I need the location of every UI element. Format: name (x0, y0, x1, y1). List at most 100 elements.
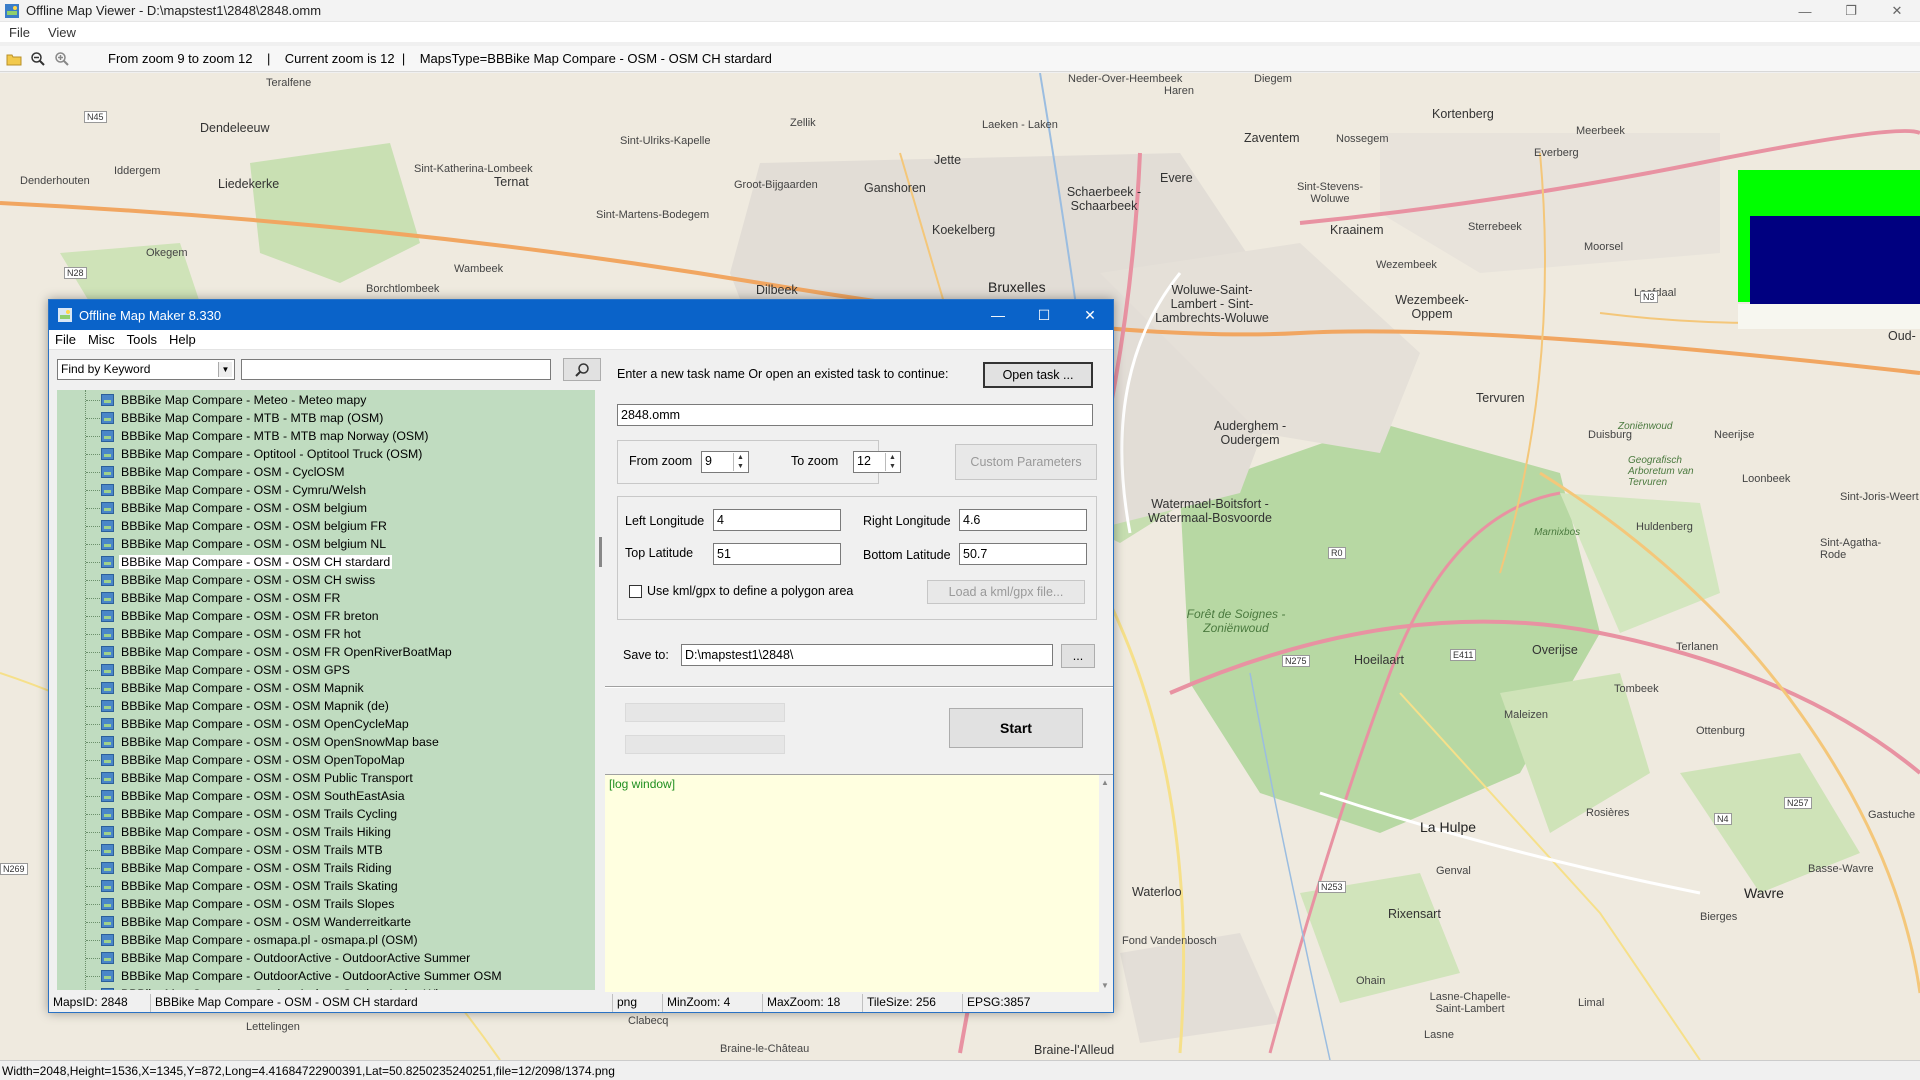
dialog-maximize-button[interactable]: ☐ (1021, 300, 1067, 330)
browse-button[interactable]: ... (1061, 644, 1095, 668)
open-folder-icon[interactable] (4, 49, 24, 69)
search-mode-select[interactable]: Find by Keyword ▼ (57, 359, 235, 380)
tree-item[interactable]: BBBike Map Compare - OSM - OSM belgium F… (57, 517, 595, 535)
tree-item[interactable]: BBBike Map Compare - OSM - OSM OpenSnowM… (57, 733, 595, 751)
tree-item[interactable]: BBBike Map Compare - OSM - OSM Trails MT… (57, 841, 595, 859)
color-overlay-white (1738, 304, 1920, 329)
chevron-down-icon[interactable]: ▼ (218, 362, 232, 377)
tree-item[interactable]: BBBike Map Compare - OSM - OSM Trails Ri… (57, 859, 595, 877)
tree-item[interactable]: BBBike Map Compare - OSM - OSM Trails Sk… (57, 877, 595, 895)
tree-item[interactable]: BBBike Map Compare - OSM - OSM CH starda… (57, 553, 595, 571)
menu-tools[interactable]: Tools (121, 332, 163, 347)
open-task-button[interactable]: Open task ... (983, 362, 1093, 388)
right-longitude-input[interactable]: 4.6 (959, 509, 1087, 531)
tree-item[interactable]: BBBike Map Compare - OSM - OSM FR OpenRi… (57, 643, 595, 661)
road-badge: E411 (1450, 649, 1477, 661)
from-zoom-stepper[interactable]: 9 ▲ ▼ (701, 451, 749, 473)
status-maps-id: MapsID: 2848 (49, 994, 151, 1012)
spin-arrows-icon[interactable]: ▲ ▼ (885, 453, 899, 471)
tree-item[interactable]: BBBike Map Compare - OSM - OSM OpenTopoM… (57, 751, 595, 769)
tree-item[interactable]: BBBike Map Compare - OSM - OSM belgium N… (57, 535, 595, 553)
tree-item[interactable]: BBBike Map Compare - OSM - OSM belgium (57, 499, 595, 517)
search-button[interactable] (563, 358, 601, 381)
log-window[interactable]: [log window] ▲ ▼ (605, 774, 1113, 993)
to-zoom-stepper[interactable]: 12 ▲ ▼ (853, 451, 901, 473)
map-label: Sint-Katherina-Lombeek (414, 163, 533, 175)
tree-item[interactable]: BBBike Map Compare - OSM - OSM Wanderrei… (57, 913, 595, 931)
left-longitude-input[interactable]: 4 (713, 509, 841, 531)
custom-parameters-button[interactable]: Custom Parameters (955, 444, 1097, 480)
tree-item[interactable]: BBBike Map Compare - OSM - OSM CH swiss (57, 571, 595, 589)
menu-help[interactable]: Help (163, 332, 202, 347)
log-scrollbar[interactable]: ▲ ▼ (1099, 775, 1113, 993)
tree-item[interactable]: BBBike Map Compare - OSM - OSM Trails Cy… (57, 805, 595, 823)
tree-item[interactable]: BBBike Map Compare - OSM - OSM Trails Sl… (57, 895, 595, 913)
zoom-out-icon[interactable] (28, 49, 48, 69)
tree-item-label: BBBike Map Compare - OSM - OSM OpenTopoM… (121, 753, 405, 767)
maps-type-text: MapsType=BBBike Map Compare - OSM - OSM … (419, 51, 772, 66)
tree-item[interactable]: BBBike Map Compare - OSM - CyclOSM (57, 463, 595, 481)
spin-arrows-icon[interactable]: ▲ ▼ (733, 453, 747, 471)
tree-item-label: BBBike Map Compare - OSM - OSM Wanderrei… (121, 915, 411, 929)
tree-item-label: BBBike Map Compare - OSM - OSM belgium N… (121, 537, 387, 551)
tree-item[interactable]: BBBike Map Compare - OSM - OSM Trails Hi… (57, 823, 595, 841)
map-label: Dilbeek (756, 283, 798, 297)
map-label: Ohain (1356, 975, 1386, 987)
map-label: Rixensart (1388, 907, 1441, 921)
menu-file[interactable]: File (0, 25, 39, 40)
road-badge: N3 (1640, 291, 1658, 303)
dialog-minimize-button[interactable]: — (975, 300, 1021, 330)
dialog-close-button[interactable]: ✕ (1067, 300, 1113, 330)
tree-item[interactable]: BBBike Map Compare - OSM - OSM Mapnik (d… (57, 697, 595, 715)
tree-item[interactable]: BBBike Map Compare - OSM - OSM FR breton (57, 607, 595, 625)
color-overlay-blue (1750, 216, 1920, 304)
map-label: Okegem (146, 247, 188, 259)
from-zoom-label: From zoom (629, 454, 693, 468)
tree-item[interactable]: BBBike Map Compare - OSM - OSM OpenCycle… (57, 715, 595, 733)
tree-item[interactable]: BBBike Map Compare - MTB - MTB map (OSM) (57, 409, 595, 427)
tree-item[interactable]: BBBike Map Compare - OSM - OSM FR (57, 589, 595, 607)
top-latitude-input[interactable]: 51 (713, 543, 841, 565)
tree-item[interactable]: BBBike Map Compare - MTB - MTB map Norwa… (57, 427, 595, 445)
tree-item-label: BBBike Map Compare - OutdoorActive - Out… (121, 951, 471, 965)
map-tile-icon (101, 646, 114, 658)
tree-item[interactable]: BBBike Map Compare - OSM - Cymru/Welsh (57, 481, 595, 499)
bottom-latitude-input[interactable]: 50.7 (959, 543, 1087, 565)
tree-item[interactable]: BBBike Map Compare - OSM - OSM Mapnik (57, 679, 595, 697)
dialog-title-bar[interactable]: Offline Map Maker 8.330 — ☐ ✕ (49, 300, 1113, 330)
tree-item[interactable]: BBBike Map Compare - OutdoorActive - Out… (57, 985, 595, 990)
status-map-name: BBBike Map Compare - OSM - OSM CH starda… (151, 994, 613, 1012)
scroll-up-icon[interactable]: ▲ (1101, 778, 1109, 787)
save-path-input[interactable]: D:\mapstest1\2848\ (681, 644, 1053, 666)
start-button[interactable]: Start (949, 708, 1083, 748)
menu-view[interactable]: View (39, 25, 85, 40)
map-label: Geografisch Arboretum van Tervuren (1628, 455, 1694, 488)
maximize-button[interactable]: ❐ (1828, 0, 1874, 22)
minimize-button[interactable]: — (1782, 0, 1828, 22)
tree-item[interactable]: BBBike Map Compare - Optitool - Optitool… (57, 445, 595, 463)
zoom-in-icon[interactable] (52, 49, 72, 69)
tree-item[interactable]: BBBike Map Compare - OSM - OSM SouthEast… (57, 787, 595, 805)
map-type-tree[interactable]: BBBike Map Compare - Meteo - Meteo mapy B… (57, 390, 595, 990)
tree-item-label: BBBike Map Compare - OSM - OSM belgium (121, 501, 368, 515)
zoom-range-text: From zoom 9 to zoom 12 (108, 51, 253, 66)
map-tile-icon (101, 916, 114, 928)
task-name-input[interactable]: 2848.omm (617, 404, 1093, 426)
map-label: Loonbeek (1742, 473, 1791, 485)
tree-item[interactable]: BBBike Map Compare - OSM - OSM GPS (57, 661, 595, 679)
tree-item[interactable]: BBBike Map Compare - OutdoorActive - Out… (57, 967, 595, 985)
tree-item[interactable]: BBBike Map Compare - OSM - OSM Public Tr… (57, 769, 595, 787)
tree-item[interactable]: BBBike Map Compare - OutdoorActive - Out… (57, 949, 595, 967)
search-input[interactable] (241, 359, 551, 380)
kml-checkbox[interactable] (629, 585, 642, 598)
tree-item[interactable]: BBBike Map Compare - osmapa.pl - osmapa.… (57, 931, 595, 949)
menu-misc[interactable]: Misc (82, 332, 121, 347)
close-button[interactable]: ✕ (1874, 0, 1920, 22)
tree-item-label: BBBike Map Compare - OSM - OSM Trails Hi… (121, 825, 391, 839)
load-kml-button[interactable]: Load a kml/gpx file... (927, 580, 1085, 604)
tree-item-label: BBBike Map Compare - osmapa.pl - osmapa.… (121, 933, 418, 947)
tree-item[interactable]: BBBike Map Compare - Meteo - Meteo mapy (57, 391, 595, 409)
menu-file[interactable]: File (49, 332, 82, 347)
scroll-down-icon[interactable]: ▼ (1101, 981, 1109, 990)
tree-item[interactable]: BBBike Map Compare - OSM - OSM FR hot (57, 625, 595, 643)
